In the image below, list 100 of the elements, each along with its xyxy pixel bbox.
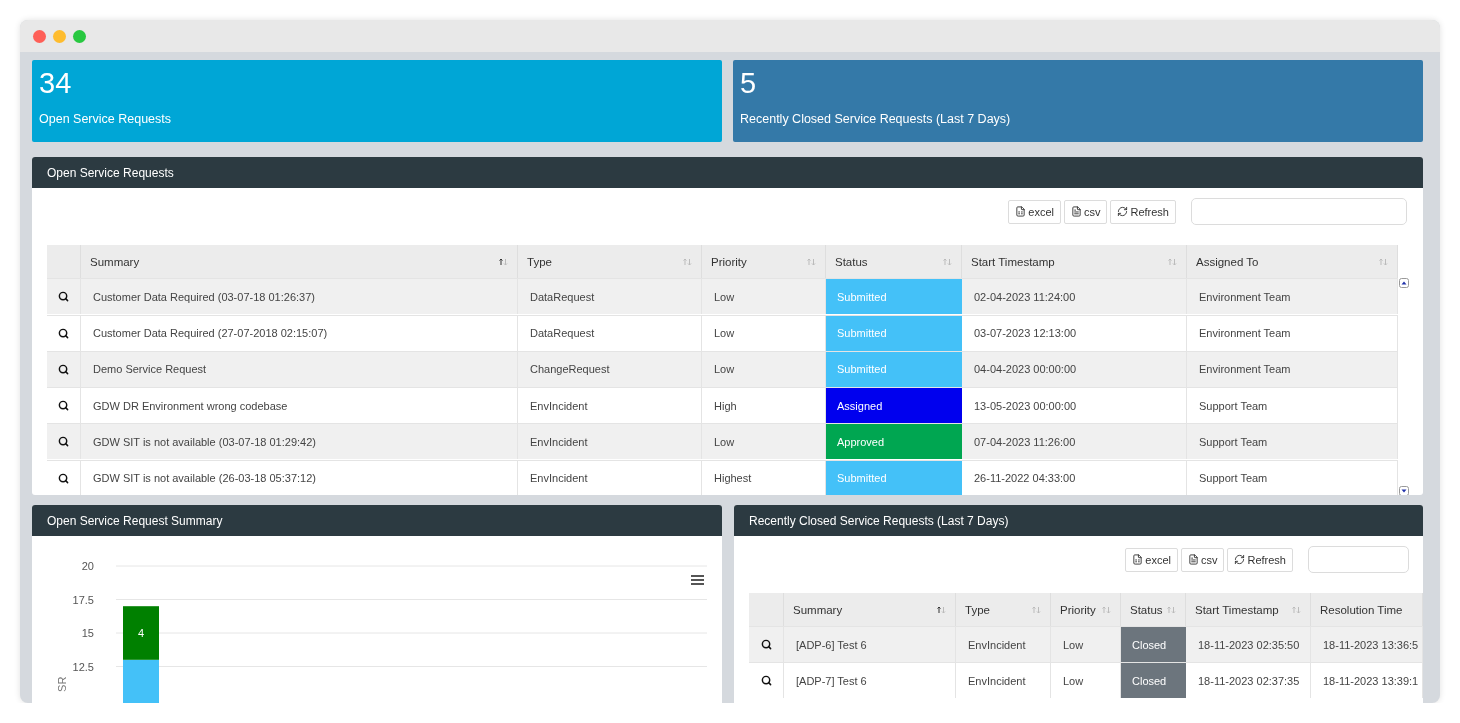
csv-button[interactable]: csv	[1180, 547, 1225, 572]
view-button[interactable]	[47, 387, 81, 424]
table-cell: Low	[1051, 662, 1121, 698]
view-button[interactable]	[47, 314, 81, 351]
search-icon	[58, 291, 69, 303]
column-header[interactable]: Status	[1121, 593, 1186, 626]
column-header[interactable]: Assigned To	[1187, 245, 1398, 278]
refresh-icon	[1234, 554, 1246, 565]
scroll-down-icon[interactable]	[1399, 486, 1409, 495]
sort-arrows-icon[interactable]	[1379, 257, 1388, 266]
sort-arrows-icon[interactable]	[943, 257, 952, 266]
search-icon	[58, 400, 69, 412]
table-cell: High	[702, 387, 826, 424]
sort-arrows-icon[interactable]	[1168, 257, 1177, 266]
sort-arrows-icon[interactable]	[807, 257, 816, 266]
panel-title: Open Service Request Summary	[32, 505, 722, 536]
column-header[interactable]: Type	[518, 245, 702, 278]
table-cell: ChangeRequest	[518, 350, 702, 387]
status-cell: Closed	[1121, 662, 1186, 698]
axis-tick-label: 12.5	[72, 660, 94, 673]
table-cell: GDW SIT is not available (26-03-18 05:37:12)	[81, 459, 518, 495]
search-field[interactable]	[1191, 198, 1407, 225]
table-cell: Customer Data Required (03-07-18 01:26:37)	[81, 278, 518, 315]
table-cell: EnvIncident	[956, 626, 1051, 662]
maximize-icon[interactable]	[73, 29, 86, 43]
table-cell: Environment Team	[1187, 314, 1398, 351]
table-cell: EnvIncident	[956, 662, 1051, 698]
table-cell: GDW SIT is not available (03-07-18 01:29:42)	[81, 423, 518, 460]
view-button[interactable]	[47, 423, 81, 460]
search-icon	[58, 436, 69, 448]
close-icon[interactable]	[33, 29, 46, 43]
column-header[interactable]: Summary	[81, 245, 518, 278]
excel-button[interactable]: excel	[1125, 547, 1178, 572]
stat-label: Recently Closed Service Requests (Last 7 Days)	[740, 112, 1012, 126]
sort-arrows-icon[interactable]	[1032, 605, 1041, 614]
file-icon	[1187, 554, 1199, 565]
table-cell: Demo Service Request	[81, 350, 518, 387]
search-field[interactable]	[1308, 546, 1409, 573]
scroll-up-icon[interactable]	[1399, 278, 1409, 288]
column-header[interactable]: Type	[956, 593, 1051, 626]
csv-button[interactable]: csv	[1063, 199, 1108, 224]
file-icon	[1070, 206, 1082, 217]
stat-value: 34	[39, 68, 73, 98]
table-cell: 26-11-2022 04:33:00	[962, 459, 1187, 495]
view-button[interactable]	[47, 350, 81, 387]
table-cell: EnvIncident	[518, 459, 702, 495]
table-cell: EnvIncident	[518, 387, 702, 424]
axis-tick-label: 17.5	[72, 593, 94, 606]
panel-title: Recently Closed Service Requests (Last 7 Days)	[734, 505, 1423, 536]
sort-arrows-icon[interactable]	[1292, 605, 1301, 614]
status-cell: Submitted	[826, 314, 962, 351]
column-header[interactable]: Start Timestamp	[1186, 593, 1311, 626]
column-header[interactable]: Resolution Time	[1311, 593, 1423, 626]
table-cell: 18-11-2023 02:37:35	[1186, 662, 1311, 698]
panel-title: Open Service Requests	[32, 157, 1423, 188]
search-icon	[58, 363, 69, 375]
status-cell: Submitted	[826, 278, 962, 315]
search-icon	[760, 675, 772, 686]
refresh-button[interactable]: Refresh	[1110, 199, 1176, 224]
sort-arrows-icon[interactable]	[683, 257, 692, 266]
menu-icon[interactable]	[691, 575, 704, 585]
view-button[interactable]	[749, 626, 784, 662]
table-cell: Low	[702, 278, 826, 315]
spreadsheet-file-icon	[1015, 206, 1027, 217]
table-cell: EnvIncident	[518, 423, 702, 460]
table-cell: 04-04-2023 00:00:00	[962, 350, 1187, 387]
stat-value: 5	[740, 68, 758, 98]
sort-arrows-icon[interactable]	[1102, 605, 1111, 614]
table-cell: DataRequest	[518, 314, 702, 351]
table-cell: [ADP-6] Test 6	[784, 626, 956, 662]
table-cell: 02-04-2023 11:24:00	[962, 278, 1187, 315]
view-button[interactable]	[47, 459, 81, 495]
status-cell: Approved	[826, 423, 962, 460]
sort-arrows-icon[interactable]	[499, 257, 508, 266]
table-cell: Low	[702, 350, 826, 387]
status-cell: Submitted	[826, 350, 962, 387]
scrollbar[interactable]	[1398, 278, 1410, 495]
stat-label: Open Service Requests	[39, 112, 172, 126]
sort-arrows-icon[interactable]	[937, 605, 946, 614]
view-button[interactable]	[47, 278, 81, 315]
table-cell: 03-07-2023 12:13:00	[962, 314, 1187, 351]
axis-title: SR	[56, 676, 68, 692]
refresh-icon	[1117, 206, 1129, 217]
table-cell: 07-04-2023 11:26:00	[962, 423, 1187, 460]
column-header[interactable]: Start Timestamp	[962, 245, 1187, 278]
excel-button[interactable]: excel	[1008, 199, 1061, 224]
table-cell: Environment Team	[1187, 278, 1398, 315]
column-header[interactable]: Priority	[1051, 593, 1121, 626]
table-cell: Support Team	[1187, 423, 1398, 460]
search-icon	[760, 639, 772, 650]
column-header[interactable]: Status	[826, 245, 962, 278]
column-header[interactable]: Priority	[702, 245, 826, 278]
table-cell: 18-11-2023 13:39:1	[1311, 662, 1423, 698]
table-cell: Support Team	[1187, 459, 1398, 495]
sort-arrows-icon[interactable]	[1167, 605, 1176, 614]
table-cell: 18-11-2023 02:35:50	[1186, 626, 1311, 662]
minimize-icon[interactable]	[53, 29, 66, 43]
refresh-button[interactable]: Refresh	[1227, 547, 1293, 572]
axis-tick-label: 15	[81, 627, 94, 639]
column-header[interactable]: Summary	[784, 593, 956, 626]
